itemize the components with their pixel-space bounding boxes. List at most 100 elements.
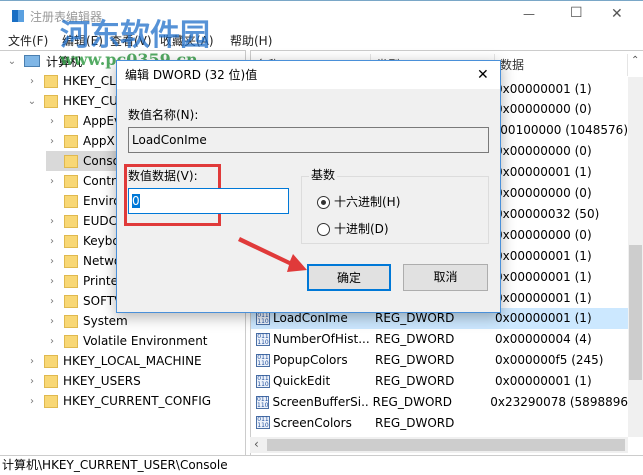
folder-icon <box>64 234 78 248</box>
value-name-cell: 011 110 ScreenBufferSi... <box>251 395 369 409</box>
tree-item[interactable]: › SOFTV <box>46 291 122 311</box>
reg-dword-icon: 011 110 <box>256 395 270 409</box>
expand-chevron-icon[interactable]: › <box>26 76 38 87</box>
value-name: NumberOfHist... <box>273 332 370 347</box>
menu-file[interactable]: 文件(F) <box>8 32 48 49</box>
tree-item[interactable]: › HKEY_CL <box>26 71 116 91</box>
ok-button[interactable]: 确定 <box>307 264 391 291</box>
tree-item-label: HKEY_USERS <box>63 374 141 388</box>
cancel-button[interactable]: 取消 <box>403 264 488 291</box>
expand-chevron-icon[interactable]: › <box>26 356 38 367</box>
tree-item-label: Keybo <box>83 234 120 248</box>
tree-item[interactable]: › HKEY_CURRENT_CONFIG <box>26 391 211 411</box>
expand-chevron-icon[interactable]: › <box>46 336 58 347</box>
value-data: 0x00000001 (1) <box>495 248 592 263</box>
menu-help[interactable]: 帮助(H) <box>230 32 272 49</box>
tree-item[interactable]: ⌄ HKEY_CU <box>26 91 118 111</box>
expand-chevron-icon[interactable]: › <box>26 396 38 407</box>
expand-chevron-icon[interactable]: ⌄ <box>26 96 38 107</box>
list-row[interactable]: 011 110 QuickEdit REG_DWORD 0x00000001 (1) <box>251 371 628 392</box>
expand-chevron-icon[interactable]: › <box>46 276 58 287</box>
tree-item-label: Contr <box>83 174 116 188</box>
expand-chevron-icon[interactable]: › <box>46 236 58 247</box>
scroll-thumb[interactable] <box>629 245 642 380</box>
tree-item[interactable]: › HKEY_LOCAL_MACHINE <box>26 351 202 371</box>
expand-chevron-icon[interactable]: › <box>46 296 58 307</box>
expand-chevron-icon[interactable]: › <box>46 316 58 327</box>
value-data-text: 0 <box>132 194 140 208</box>
folder-icon <box>64 294 78 308</box>
radio-decimal-label: 十进制(D) <box>334 222 389 236</box>
tree-item[interactable]: › HKEY_USERS <box>26 371 141 391</box>
folder-icon <box>64 274 78 288</box>
folder-icon <box>64 254 78 268</box>
value-name-cell: 011 110 PopupColors <box>251 353 371 367</box>
horizontal-scrollbar[interactable]: ‹ <box>250 437 628 453</box>
value-data-input[interactable]: 0 <box>128 188 289 214</box>
tree-item[interactable]: › System <box>46 311 128 331</box>
expand-chevron-icon[interactable]: › <box>46 116 58 127</box>
expand-chevron-icon[interactable]: › <box>46 136 58 147</box>
value-name-field: LoadConIme <box>128 127 489 153</box>
folder-icon <box>64 154 78 168</box>
window-title: 注册表编辑器 <box>30 10 103 24</box>
value-data: 0x00000001 (1) <box>495 81 592 96</box>
value-data: 0x00000032 (50) <box>495 206 600 221</box>
list-row[interactable]: 011 110 ScreenBufferSi... REG_DWORD 0x232900… <box>251 392 628 413</box>
menu-favorites[interactable]: 收藏夹(A) <box>160 32 214 49</box>
list-row[interactable]: 011 110 ScreenColors REG_DWORD <box>251 412 628 433</box>
list-row[interactable]: 011 110 NumberOfHist... REG_DWORD 0x00000004… <box>251 329 628 350</box>
folder-icon <box>44 394 58 408</box>
folder-icon <box>64 174 78 188</box>
dialog-close-icon[interactable]: ✕ <box>477 61 489 89</box>
value-data: 0x00000001 (1) <box>495 269 592 284</box>
tree-item-label: HKEY_CL <box>63 74 116 88</box>
expand-chevron-icon[interactable]: › <box>46 216 58 227</box>
tree-item[interactable]: › Keybo <box>46 231 120 251</box>
value-name-cell: 011 110 QuickEdit <box>251 374 371 388</box>
list-row[interactable]: 011 110 PopupColors REG_DWORD 0x000000f5 (24… <box>251 350 628 371</box>
folder-icon <box>44 354 58 368</box>
tree-item[interactable]: › Volatile Environment <box>46 331 208 351</box>
red-arrow-icon <box>238 237 307 272</box>
value-data: 0x00000000 (0) <box>495 144 592 159</box>
tree-item-label: System <box>83 314 128 328</box>
scroll-thumb-h[interactable] <box>267 439 625 451</box>
tree-item[interactable]: › Netwo <box>46 251 121 271</box>
expand-chevron-icon[interactable]: › <box>26 376 38 387</box>
radio-hex[interactable]: 十六进制(H) <box>317 193 400 210</box>
radio-decimal-icon[interactable] <box>317 223 330 236</box>
tree-item-label: AppX <box>83 134 115 148</box>
tree-item[interactable]: › AppEv <box>46 111 121 131</box>
tree-item[interactable]: › Contr <box>46 171 116 191</box>
menu-view[interactable]: 查看(V) <box>110 32 152 49</box>
tree-item-label: HKEY_CU <box>63 94 118 108</box>
folder-icon <box>64 214 78 228</box>
radio-hex-icon[interactable] <box>317 196 330 209</box>
minimize-button[interactable]: — <box>523 7 535 21</box>
vertical-scrollbar[interactable]: ⌃ <box>628 55 643 437</box>
scroll-left-icon[interactable]: ‹ <box>254 437 259 451</box>
scroll-up-icon[interactable]: ⌃ <box>631 55 639 66</box>
tree-item[interactable]: › AppX <box>46 131 115 151</box>
value-name: ScreenBufferSi... <box>272 395 369 409</box>
value-name-label: 数值名称(N): <box>128 108 199 122</box>
expand-chevron-icon[interactable]: ⌄ <box>6 56 18 67</box>
value-name: ScreenColors <box>273 415 352 430</box>
maximize-button[interactable]: ☐ <box>570 5 583 21</box>
tree-item-label: HKEY_LOCAL_MACHINE <box>63 354 202 368</box>
tree-item[interactable]: Enviro <box>46 191 121 211</box>
expand-chevron-icon[interactable]: › <box>46 176 58 187</box>
value-data: 0x00000001 (1) <box>495 290 592 305</box>
expand-chevron-icon[interactable]: › <box>46 256 58 267</box>
value-data: 0x00000001 (1) <box>495 374 592 389</box>
close-button[interactable]: ✕ <box>611 6 623 22</box>
tree-item[interactable]: › EUDC <box>46 211 117 231</box>
value-name-cell: 011 110 LoadConIme <box>251 311 371 325</box>
radio-decimal[interactable]: 十进制(D) <box>317 220 389 237</box>
reg-dword-icon: 011 110 <box>256 374 270 388</box>
tree-item[interactable]: › Printe <box>46 271 118 291</box>
menu-edit[interactable]: 编辑(E) <box>62 32 103 49</box>
column-data[interactable]: 数据 <box>495 54 628 76</box>
folder-icon <box>44 94 58 108</box>
